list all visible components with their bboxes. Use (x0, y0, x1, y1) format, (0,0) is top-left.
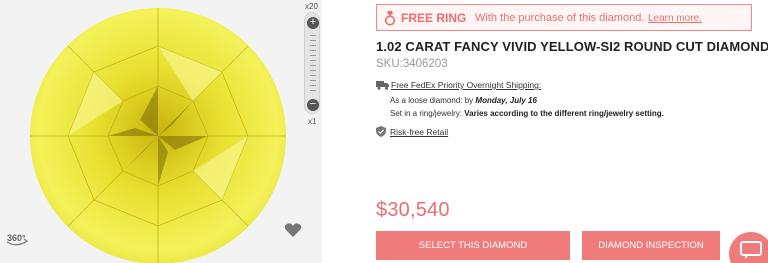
shield-icon (376, 126, 386, 137)
learn-more-link[interactable]: Learn more. (648, 13, 702, 24)
select-diamond-button[interactable]: SELECT THIS DIAMOND (376, 231, 570, 260)
chat-icon[interactable] (729, 232, 768, 263)
sku-label: SKU:3406203 (376, 58, 448, 70)
ring-value: Varies according to the different ring/j… (464, 109, 664, 118)
ring-delivery: Set in a ring/jewelry: Varies according … (390, 109, 664, 118)
ring-icon (384, 11, 396, 26)
loose-diamond-delivery: As a loose diamond: by Monday, July 16 (390, 96, 537, 105)
zoom-min-label: x1 (308, 117, 317, 126)
shipping-link[interactable]: Free FedEx Priority Overnight Shipping: (391, 80, 541, 90)
360-label: 360° (7, 233, 26, 243)
free-ring-banner: FREE RING With the purchase of this diam… (376, 4, 752, 31)
promo-text: With the purchase of this diamond. (475, 12, 645, 24)
zoom-ticks (310, 35, 316, 93)
diamond-image (30, 8, 286, 263)
promo-title: FREE RING (401, 11, 467, 25)
zoom-slider[interactable]: + − (304, 12, 320, 114)
zoom-max-label: x20 (305, 2, 318, 11)
zoom-control[interactable]: x20 + − x1 (300, 0, 322, 130)
risk-free-link[interactable]: Risk-free Retail (390, 127, 448, 137)
heart-icon[interactable] (283, 220, 303, 240)
truck-icon (376, 81, 389, 90)
ring-prefix: Set in a ring/jewelry: (390, 109, 463, 118)
minus-icon[interactable]: − (307, 99, 319, 111)
product-title: 1.02 CARAT FANCY VIVID YELLOW-SI2 ROUND … (376, 39, 768, 54)
diamond-inspection-button[interactable]: DIAMOND INSPECTION (582, 231, 720, 260)
loose-prefix: As a loose diamond: by (390, 96, 474, 105)
price: $30,540 (376, 199, 450, 221)
diamond-viewer[interactable]: x20 + − x1 360° (0, 0, 322, 263)
360-view-icon[interactable]: 360° (5, 230, 29, 246)
plus-icon[interactable]: + (307, 17, 319, 29)
loose-date: Monday, July 16 (475, 96, 537, 105)
